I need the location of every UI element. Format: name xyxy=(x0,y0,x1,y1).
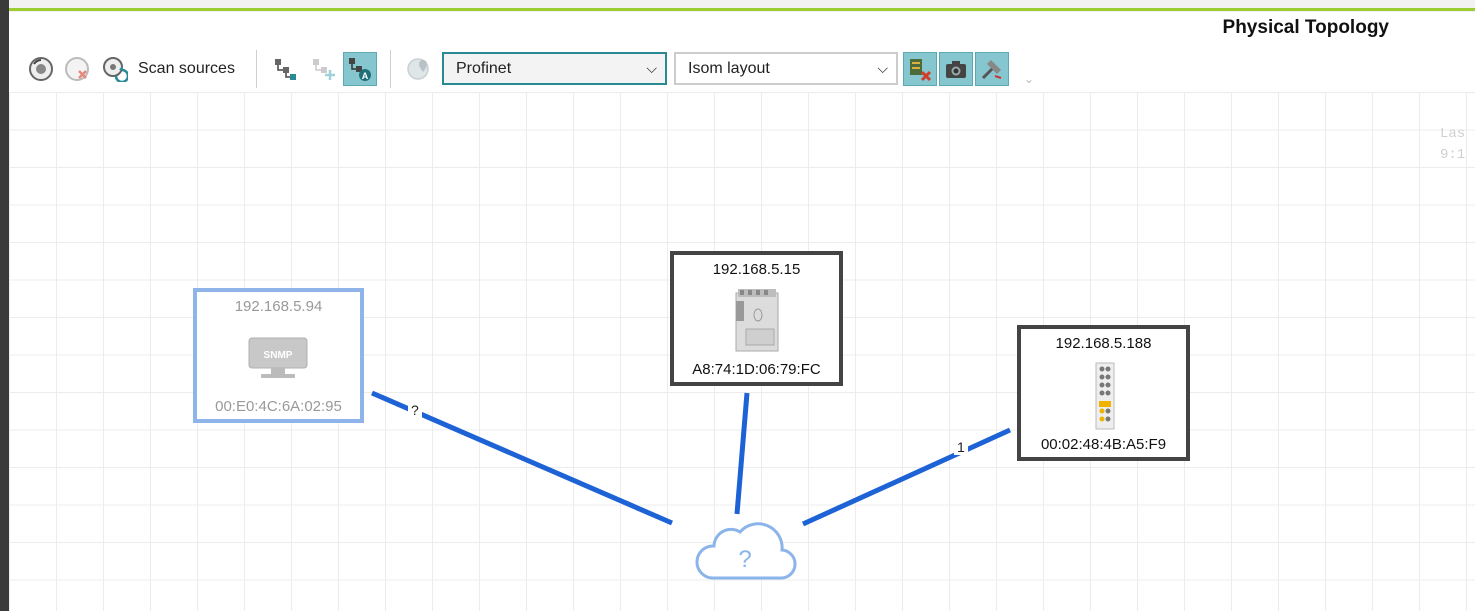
device-ip: 192.168.5.15 xyxy=(712,261,801,278)
device-ip: 192.168.5.94 xyxy=(234,298,323,315)
snmp-monitor-icon: SNMP xyxy=(248,337,308,378)
link-label-iomodule: 1 xyxy=(954,439,968,455)
svg-text:SNMP: SNMP xyxy=(264,350,293,361)
device-mac: 00:02:48:4B:A5:F9 xyxy=(1040,436,1167,453)
device-mac: 00:E0:4C:6A:02:95 xyxy=(215,398,342,415)
topology-app: Physical Topology Scan sources A Profine… xyxy=(0,0,1475,611)
device-mac: A8:74:1D:06:79:FC xyxy=(692,361,821,378)
link-controller-cloud xyxy=(734,392,750,515)
device-ip: 192.168.5.188 xyxy=(1055,335,1152,352)
controller-device-icon xyxy=(735,289,779,352)
link-iomodule-cloud xyxy=(801,427,1012,527)
device-node-snmp[interactable]: 192.168.5.94 SNMP 00:E0:4C:6A:02:95 xyxy=(193,288,364,423)
io-module-device-icon xyxy=(1095,362,1115,430)
link-label-snmp: ? xyxy=(408,402,422,418)
device-node-iomodule[interactable]: 192.168.5.188 00:02:48:4B:A5:F9 xyxy=(1017,325,1190,461)
cloud-label: ? xyxy=(738,546,751,573)
device-node-controller[interactable]: 192.168.5.15 A8:74:1D:06:79:FC xyxy=(670,251,843,386)
